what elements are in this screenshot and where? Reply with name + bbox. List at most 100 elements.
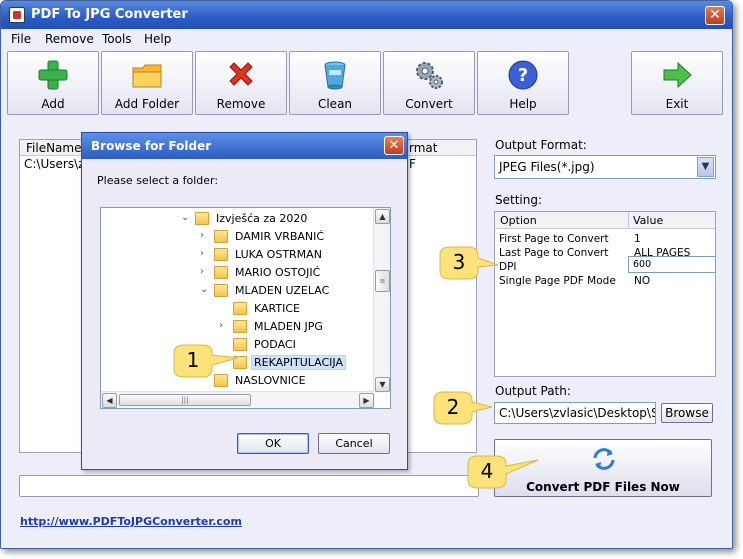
setting-key: Single Page PDF Mode — [499, 275, 616, 287]
browse-folder-dialog: Browse for Folder ✕ Please select a fold… — [81, 132, 408, 470]
ok-button[interactable]: OK — [237, 433, 309, 454]
help-label: Help — [509, 97, 537, 111]
callout-2: 2 — [428, 390, 508, 430]
clean-icon — [324, 61, 346, 90]
chevron-right-icon[interactable]: › — [219, 320, 229, 331]
dpi-input[interactable]: 600 — [628, 256, 716, 273]
tree-node-label: MARIO OSTOJIĆ — [235, 266, 321, 279]
tree-node-label: PODACI — [254, 338, 296, 351]
tree-node-label: KARTICE — [254, 302, 300, 315]
chevron-right-icon[interactable]: › — [200, 230, 210, 241]
callout-number: 1 — [186, 348, 200, 372]
callout-number: 3 — [452, 250, 466, 274]
convert-gears-icon — [416, 62, 443, 89]
chevron-down-icon[interactable]: ▼ — [697, 157, 714, 177]
setting-label: Setting: — [495, 193, 543, 207]
clean-button[interactable]: Clean — [289, 51, 381, 115]
dialog-close-button[interactable]: ✕ — [384, 136, 404, 155]
tree-node-label: REKAPITULACIJA — [251, 355, 346, 370]
tree-node-label: DAMIR VRBANIĆ — [235, 230, 325, 243]
callout-1: 1 — [168, 343, 248, 383]
scroll-right-icon[interactable]: ▶ — [359, 393, 374, 408]
folder-icon — [195, 212, 209, 225]
output-format-select[interactable]: JPEG Files(*.jpg) ▼ — [494, 155, 716, 179]
tree-node-label: Izvješća za 2020 — [216, 212, 308, 225]
website-link[interactable]: http://www.PDFToJPGConverter.com — [20, 515, 242, 528]
remove-icon — [229, 62, 253, 86]
progress-bar — [19, 475, 479, 497]
column-filename[interactable]: FileName — [26, 141, 81, 155]
column-value: Value — [633, 214, 664, 227]
help-icon: ? — [508, 60, 538, 90]
refresh-icon — [593, 448, 615, 470]
column-option: Option — [500, 214, 537, 227]
output-format-value: JPEG Files(*.jpg) — [499, 160, 595, 174]
convert-label: Convert — [405, 97, 453, 111]
app-icon — [9, 7, 25, 23]
chevron-down-icon[interactable]: ⌄ — [200, 284, 210, 295]
dialog-prompt: Please select a folder: — [97, 174, 219, 187]
remove-button[interactable]: Remove — [195, 51, 287, 115]
folder-icon — [214, 248, 228, 261]
folder-icon — [214, 284, 228, 297]
add-label: Add — [41, 97, 65, 111]
chevron-down-icon[interactable]: ⌄ — [181, 212, 191, 223]
chevron-right-icon[interactable]: › — [200, 248, 210, 259]
title-bar[interactable]: PDF To JPG Converter ✕ — [1, 1, 732, 29]
tree-node-label: MLADEN JPG — [254, 320, 323, 333]
add-folder-label: Add Folder — [114, 97, 180, 111]
add-button[interactable]: Add — [7, 51, 99, 115]
setting-value: NO — [634, 275, 651, 287]
browse-button[interactable]: Browse — [661, 403, 713, 423]
tree-node-label: LUKA OSTRMAN — [235, 248, 322, 261]
menu-bar: File Remove Tools Help — [1, 29, 732, 49]
output-path-input[interactable]: C:\Users\zvlasic\Desktop\SAM — [494, 402, 656, 424]
scroll-down-icon[interactable]: ▼ — [375, 377, 390, 392]
close-button[interactable]: ✕ — [705, 6, 725, 25]
cancel-button[interactable]: Cancel — [318, 433, 390, 454]
tree-vertical-scrollbar[interactable]: ▲ ≡ ▼ — [373, 208, 390, 393]
folder-icon — [233, 302, 247, 315]
remove-label: Remove — [216, 97, 266, 111]
add-icon — [38, 60, 68, 90]
column-format[interactable]: rmat — [409, 141, 437, 155]
scroll-up-icon[interactable]: ▲ — [375, 209, 390, 224]
setting-row-single-page[interactable]: Single Page PDF Mode NO — [495, 274, 715, 288]
menu-tools[interactable]: Tools — [102, 32, 132, 46]
chevron-right-icon[interactable]: › — [200, 266, 210, 277]
exit-label: Exit — [665, 97, 689, 111]
clean-label: Clean — [317, 97, 353, 111]
vertical-scroll-thumb[interactable]: ≡ — [375, 270, 390, 292]
dialog-title-bar[interactable]: Browse for Folder ✕ — [82, 133, 407, 159]
tree-horizontal-scrollbar[interactable]: ◀ ||| ▶ — [101, 391, 375, 408]
menu-help[interactable]: Help — [144, 32, 171, 46]
exit-arrow-icon — [663, 61, 692, 89]
setting-row-first-page[interactable]: First Page to Convert 1 — [495, 232, 715, 246]
setting-key: Last Page to Convert — [499, 247, 609, 259]
dialog-title: Browse for Folder — [91, 139, 212, 153]
callout-number: 4 — [480, 459, 494, 483]
setting-value: 1 — [634, 233, 641, 245]
folder-icon — [214, 230, 228, 243]
svg-text:?: ? — [518, 65, 528, 86]
scroll-left-icon[interactable]: ◀ — [102, 393, 117, 408]
folder-icon — [214, 266, 228, 279]
exit-button[interactable]: Exit — [631, 51, 723, 115]
menu-remove[interactable]: Remove — [45, 32, 94, 46]
callout-4: 4 — [462, 454, 542, 494]
window-title: PDF To JPG Converter — [31, 7, 188, 22]
folder-icon — [233, 320, 247, 333]
folder-icon — [132, 64, 162, 88]
file-row-format[interactable]: F — [409, 157, 416, 171]
setting-header: Option Value — [495, 212, 715, 229]
setting-key: First Page to Convert — [499, 233, 609, 245]
menu-file[interactable]: File — [11, 32, 31, 46]
help-button[interactable]: ? Help — [477, 51, 569, 115]
add-folder-button[interactable]: Add Folder — [101, 51, 193, 115]
convert-button[interactable]: Convert — [383, 51, 475, 115]
setting-grid[interactable]: Option Value First Page to Convert 1 Las… — [494, 211, 716, 377]
output-format-label: Output Format: — [495, 138, 587, 152]
tree-node-label: MLADEN UZELAC — [235, 284, 330, 297]
horizontal-scroll-thumb[interactable]: ||| — [119, 394, 251, 406]
callout-3: 3 — [434, 245, 514, 285]
